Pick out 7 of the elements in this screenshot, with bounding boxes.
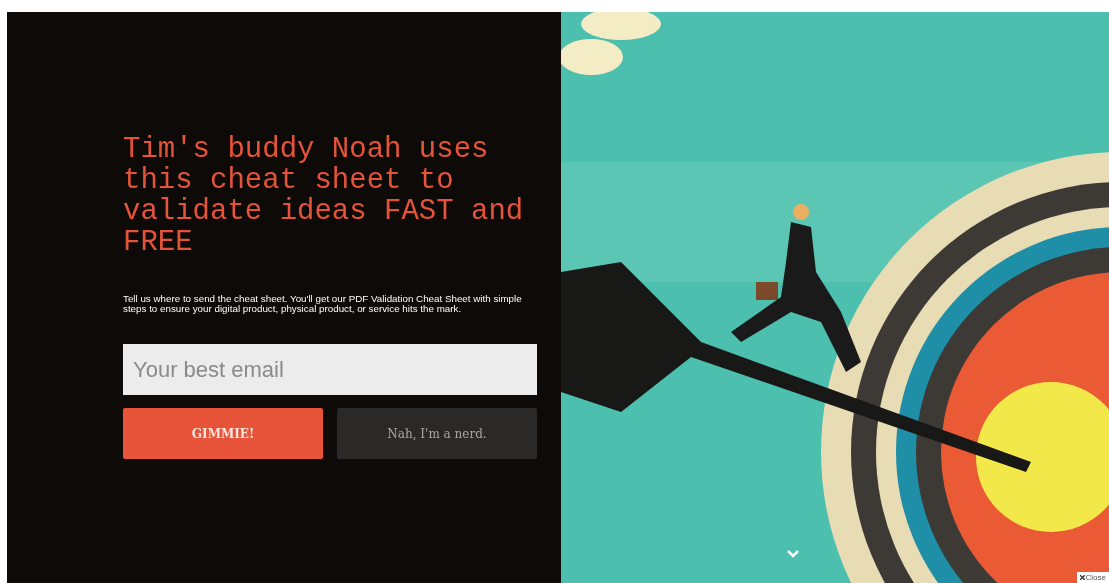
description: Tell us where to send the cheat sheet. You'll get our PDF Validation Cheat Sheet with simple steps to ensure your digital product, physical product, or service hits the mark. [123,294,523,314]
close-button[interactable]: Close [1076,572,1109,583]
headline: Tim's buddy Noah uses this cheat sheet to validate ideas FAST and FREE [123,134,525,258]
close-icon [1079,575,1085,580]
email-field[interactable]: Your best email [123,344,537,395]
decline-button[interactable]: Nah, I'm a nerd. [337,408,537,459]
chevron-down-icon[interactable] [786,549,800,559]
